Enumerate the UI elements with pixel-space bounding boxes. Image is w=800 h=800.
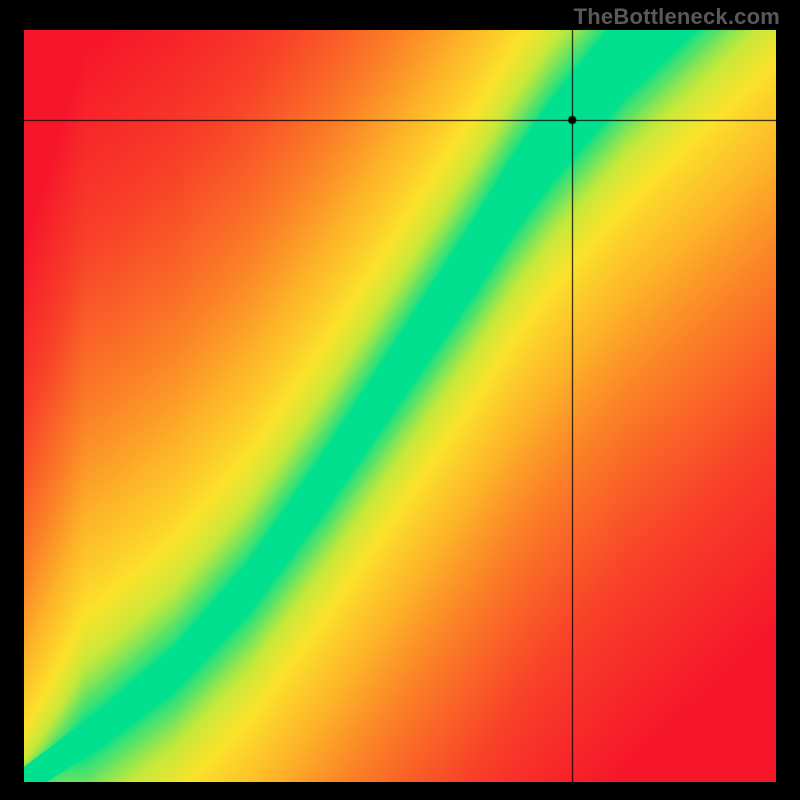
watermark-text: TheBottleneck.com	[574, 4, 780, 30]
chart-frame: TheBottleneck.com	[0, 0, 800, 800]
bottleneck-heatmap	[24, 30, 776, 782]
